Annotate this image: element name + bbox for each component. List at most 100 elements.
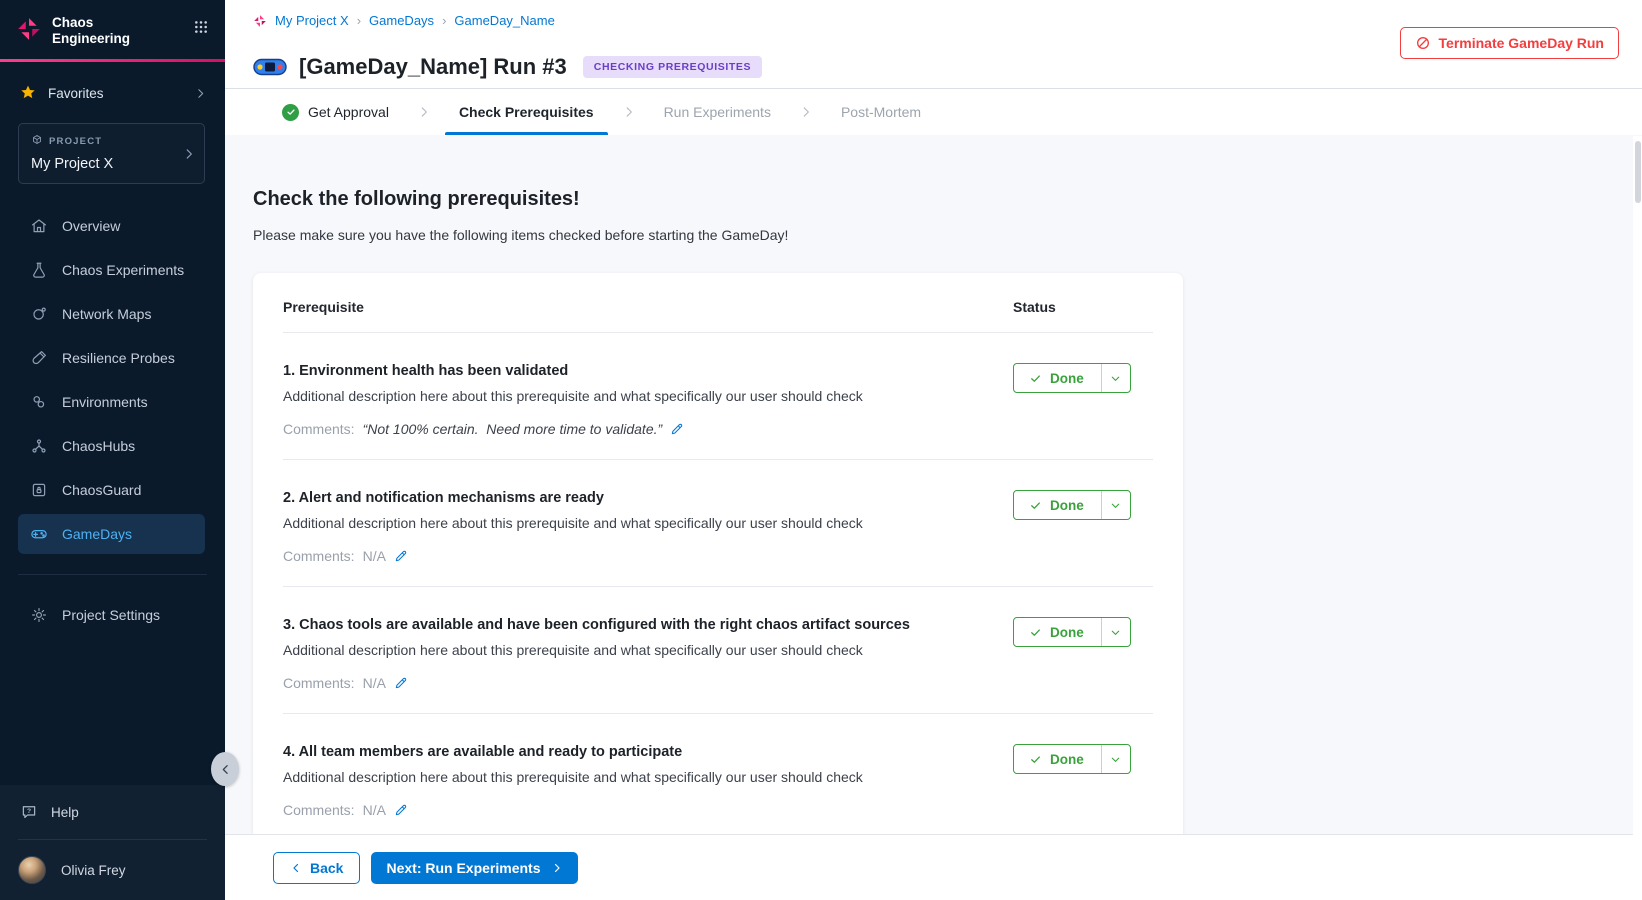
user-menu[interactable]: Olivia Frey [0,840,225,900]
prerequisite-comments: Comments: N/A [283,548,973,564]
status-done-button[interactable]: Done [1013,490,1131,520]
sidebar-item-label: Network Maps [62,306,151,322]
page-header: My Project X › GameDays › GameDay_Name [… [225,0,1642,88]
scrollbar-track[interactable] [1633,136,1642,900]
prerequisite-description: Additional description here about this p… [283,513,973,533]
prerequisite-description: Additional description here about this p… [283,386,973,406]
help-chat-icon: ? [20,803,38,821]
prerequisite-title: 3. Chaos tools are available and have be… [283,615,973,635]
step-check-prerequisites[interactable]: Check Prerequisites [457,89,596,135]
project-label: PROJECT [49,136,102,147]
sidebar: Chaos Engineering Favorites [0,0,225,900]
breadcrumb-separator: › [442,13,446,28]
app-logo[interactable]: Chaos Engineering [0,0,225,59]
project-selector[interactable]: PROJECT My Project X [18,123,205,184]
prerequisite-info: 3. Chaos tools are available and have be… [283,615,1013,691]
back-button[interactable]: Back [273,852,360,884]
breadcrumb-link-gamedays[interactable]: GameDays [369,13,434,28]
chevron-left-icon [290,862,302,874]
sidebar-item-label: GameDays [62,526,132,542]
check-circle-icon [282,104,299,121]
edit-comment-icon[interactable] [670,422,684,436]
edit-comment-icon[interactable] [394,803,408,817]
sidebar-divider [18,574,207,575]
next-run-experiments-button[interactable]: Next: Run Experiments [371,852,577,884]
module-grid-icon[interactable] [193,19,209,40]
network-icon [30,305,48,323]
sidebar-item-overview[interactable]: Overview [0,204,225,248]
prerequisite-title: 1. Environment health has been validated [283,361,973,381]
status-done-button[interactable]: Done [1013,744,1131,774]
status-badge: CHECKING PREREQUISITES [583,56,762,78]
sidebar-item-resilience-probes[interactable]: Resilience Probes [0,336,225,380]
prerequisite-status-cell: Done [1013,615,1153,691]
terminate-gameday-button[interactable]: Terminate GameDay Run [1400,27,1619,59]
comment-text: “Not 100% certain. Need more time to val… [363,421,663,437]
table-header: Prerequisite Status [283,273,1153,333]
breadcrumb-link-project[interactable]: My Project X [275,13,349,28]
prerequisite-description: Additional description here about this p… [283,767,973,787]
help-button[interactable]: ? Help [0,785,225,839]
prerequisite-comments: Comments: “Not 100% certain. Need more t… [283,421,973,437]
prerequisite-info: 4. All team members are available and re… [283,742,1013,818]
next-label: Next: Run Experiments [386,860,540,876]
comments-label: Comments: [283,675,355,691]
lock-icon [30,481,48,499]
prerequisite-row: 2. Alert and notification mechanisms are… [283,460,1153,587]
sidebar-item-label: ChaosGuard [62,482,141,498]
comment-text: N/A [363,802,386,818]
sidebar-collapse-handle[interactable] [211,752,239,786]
step-get-approval[interactable]: Get Approval [280,89,391,135]
sidebar-item-label: ChaosHubs [62,438,135,454]
hub-icon [30,437,48,455]
sidebar-footer: ? Help Olivia Frey [0,785,225,900]
stepper-chevron-icon [622,89,636,135]
scrollbar-thumb[interactable] [1635,141,1641,203]
help-label: Help [51,805,79,820]
status-done-button[interactable]: Done [1013,363,1131,393]
check-icon [1029,753,1042,766]
sidebar-item-chaosguard[interactable]: ChaosGuard [0,468,225,512]
step-post-mortem[interactable]: Post-Mortem [839,89,923,135]
star-icon [20,84,36,103]
sidebar-item-network-maps[interactable]: Network Maps [0,292,225,336]
prohibit-icon [1415,35,1431,51]
prerequisite-title: 2. Alert and notification mechanisms are… [283,488,973,508]
status-label: Done [1050,625,1084,640]
status-dropdown-caret[interactable] [1101,491,1130,519]
gamepad-icon [30,525,48,543]
check-icon [1029,499,1042,512]
chevron-right-icon [194,87,207,100]
breadcrumb-separator: › [357,13,361,28]
status-label: Done [1050,371,1084,386]
sidebar-item-gamedays[interactable]: GameDays [18,514,205,554]
sidebar-item-environments[interactable]: Environments [0,380,225,424]
sidebar-nav: Overview Chaos Experiments Network Maps … [0,204,225,556]
step-run-experiments[interactable]: Run Experiments [662,89,773,135]
run-stepper: Get Approval Check Prerequisites Run Exp… [225,88,1642,135]
edit-comment-icon[interactable] [394,676,408,690]
comments-label: Comments: [283,421,355,437]
breadcrumb-link-gameday-name[interactable]: GameDay_Name [454,13,554,28]
sidebar-item-chaos-experiments[interactable]: Chaos Experiments [0,248,225,292]
svg-text:?: ? [27,808,31,815]
sidebar-item-chaoshubs[interactable]: ChaosHubs [0,424,225,468]
status-dropdown-caret[interactable] [1101,745,1130,773]
prerequisite-row: 1. Environment health has been validated… [283,333,1153,460]
breadcrumb: My Project X › GameDays › GameDay_Name [253,13,1618,28]
environments-icon [30,393,48,411]
status-dropdown-caret[interactable] [1101,618,1130,646]
sidebar-item-project-settings[interactable]: Project Settings [0,593,225,637]
status-dropdown-caret[interactable] [1101,364,1130,392]
section-heading: Check the following prerequisites! [253,188,1642,211]
sidebar-item-favorites[interactable]: Favorites [0,62,225,103]
sidebar-item-label: Project Settings [62,607,160,623]
edit-comment-icon[interactable] [394,549,408,563]
chevron-right-icon [551,862,563,874]
prerequisite-description: Additional description here about this p… [283,640,973,660]
check-icon [1029,372,1042,385]
prerequisite-info: 2. Alert and notification mechanisms are… [283,488,1013,564]
status-done-button[interactable]: Done [1013,617,1131,647]
main-panel: Check the following prerequisites! Pleas… [225,135,1642,834]
comments-label: Comments: [283,802,355,818]
